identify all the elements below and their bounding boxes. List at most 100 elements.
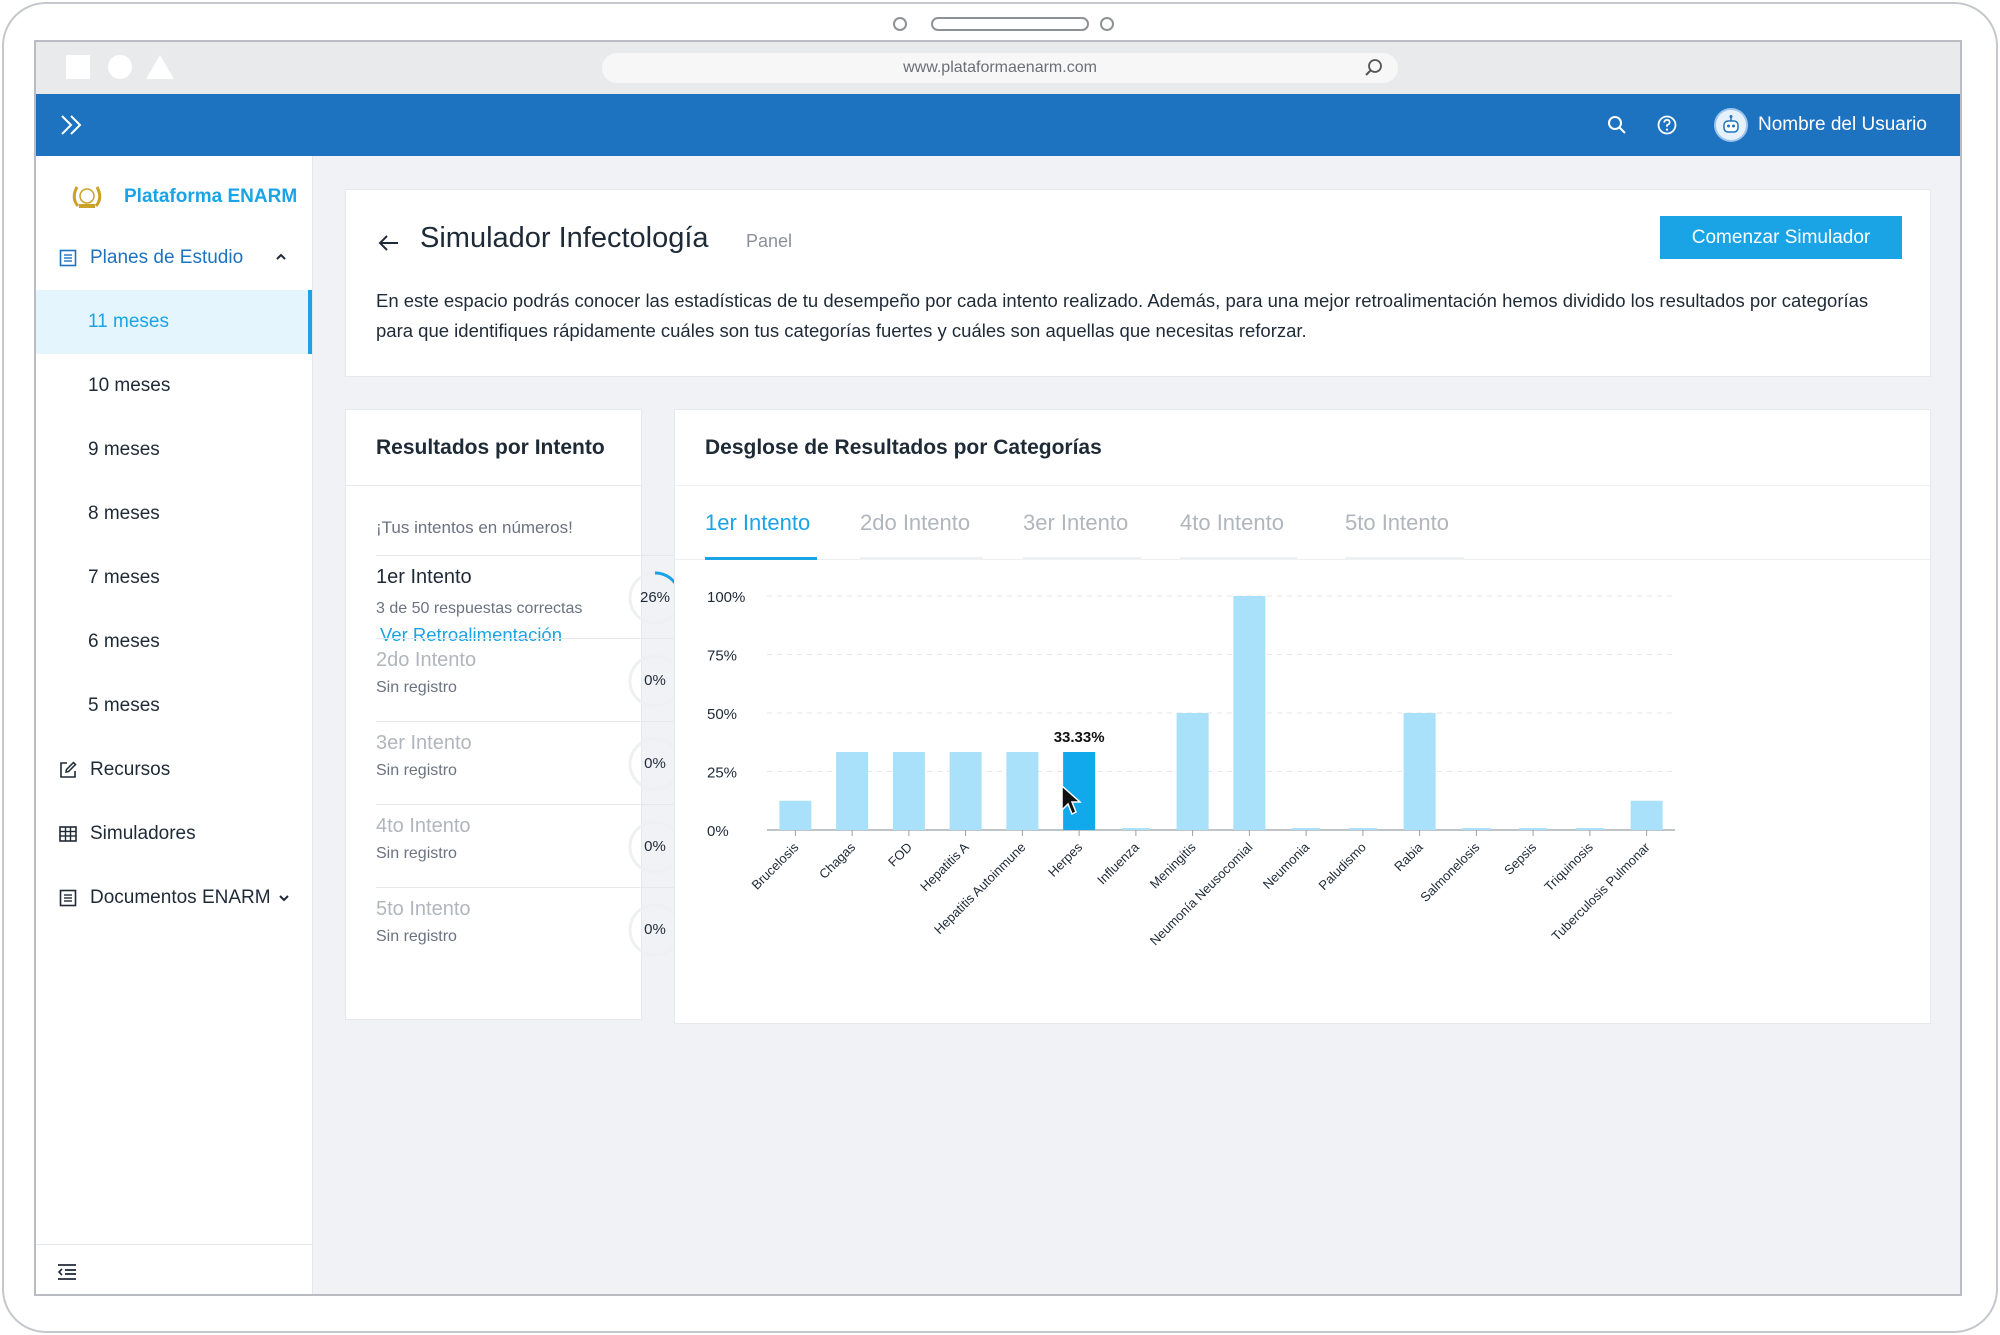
address-bar[interactable]: www.plataformaenarm.com — [602, 53, 1398, 83]
help-icon[interactable] — [1656, 114, 1678, 136]
page-description: En este espacio podrás conocer las estad… — [376, 290, 1869, 341]
attempt-detail: Sin registro — [376, 845, 457, 862]
app-header: Nombre del Usuario — [36, 94, 1960, 156]
x-tick-label: Triquinosis — [1541, 839, 1596, 894]
x-tick-label: FOD — [885, 840, 915, 870]
chevron-down-icon — [278, 895, 289, 902]
sidebar: Plataforma ENARM Planes de Estudio 11 me… — [36, 156, 313, 1294]
attempt-detail: Sin registro — [376, 762, 457, 779]
y-tick-label: 25% — [707, 765, 737, 782]
tooltip-label: 33.33% — [1054, 729, 1105, 746]
sidebar-item-label: Recursos — [90, 759, 171, 780]
x-tick-label: Tuberculosis Pulmonar — [1548, 839, 1653, 944]
sidebar-item-8-meses[interactable]: 8 meses — [36, 482, 312, 546]
search-icon[interactable] — [1364, 58, 1384, 78]
sidebar-item-recursos[interactable]: Recursos — [36, 738, 312, 802]
sidebar-item-planes[interactable]: Planes de Estudio — [36, 226, 312, 290]
user-name: Nombre del Usuario — [1758, 114, 1927, 135]
sidebar-item-label: Documentos ENARM — [90, 887, 271, 908]
x-tick-label: Salmonelosis — [1417, 839, 1483, 905]
sidebar-item-documentos[interactable]: Documentos ENARM — [36, 866, 312, 930]
x-tick-label: Herpes — [1045, 839, 1086, 880]
sidebar-item-label: 6 meses — [88, 631, 160, 652]
list-icon — [59, 249, 77, 267]
collapse-sidebar-icon[interactable] — [56, 1261, 78, 1283]
window-circle-icon — [108, 55, 132, 79]
category-breakdown-card: Desglose de Resultados por Categorías 1e… — [674, 409, 1931, 1024]
sidebar-item-10-meses[interactable]: 10 meses — [36, 354, 312, 418]
tab-attempt-2[interactable]: 2do Intento — [860, 510, 970, 536]
brand[interactable]: Plataforma ENARM — [68, 182, 297, 212]
camera-dot — [893, 17, 907, 31]
tab-underline — [1023, 557, 1141, 559]
sidebar-item-5-meses[interactable]: 5 meses — [36, 674, 312, 738]
attempt-row: 1er Intento 3 de 50 respuestas correctas V… — [376, 555, 683, 645]
sidebar-item-label: 10 meses — [88, 375, 171, 396]
bar[interactable] — [1630, 800, 1663, 830]
page-subtitle: Panel — [746, 231, 793, 251]
robot-avatar-icon — [1723, 115, 1739, 133]
category-bar-chart: 0% 25% 50% 75% 100% Brucelosis Chagas FOD Hepati… — [707, 589, 1675, 948]
x-tick-label: Sepsis — [1501, 839, 1540, 878]
tab-attempt-5[interactable]: 5to Intento — [1345, 510, 1449, 536]
x-tick-label: Paludismo — [1315, 840, 1369, 894]
tab-attempt-3[interactable]: 3er Intento — [1023, 510, 1128, 536]
bar[interactable] — [949, 752, 982, 830]
window-triangle-icon — [146, 55, 174, 79]
sidebar-item-6-meses[interactable]: 6 meses — [36, 610, 312, 674]
x-tick-label: Hepatitis A — [917, 839, 972, 894]
bar[interactable] — [1006, 752, 1039, 830]
sidebar-item-7-meses[interactable]: 7 meses — [36, 546, 312, 610]
back-arrow-icon[interactable] — [376, 230, 402, 256]
divider — [346, 485, 641, 486]
edit-icon — [60, 761, 77, 778]
breakdown-card-title: Desglose de Resultados por Categorías — [705, 436, 1102, 459]
y-tick-label: 0% — [707, 823, 729, 840]
bar[interactable] — [836, 752, 869, 830]
sensor-dot — [1100, 17, 1114, 31]
attempt-name: 5to Intento — [376, 898, 471, 920]
x-tick-label: Brucelosis — [748, 839, 801, 892]
tab-attempt-1[interactable]: 1er Intento — [705, 510, 810, 536]
start-simulator-button[interactable]: Comenzar Simulador — [1660, 216, 1902, 259]
table-icon — [59, 826, 77, 842]
bar[interactable] — [779, 800, 812, 830]
attempt-row: 2do Intento Sin registro 0% — [376, 638, 683, 721]
window-square-icon — [66, 55, 90, 79]
results-by-attempt-card: Resultados por Intento ¡Tus intentos en … — [345, 409, 683, 1020]
x-tick-label: Influenza — [1094, 839, 1142, 887]
brand-name: Plataforma ENARM — [124, 186, 298, 207]
sidebar-item-label: 11 meses — [88, 311, 169, 332]
user-menu[interactable]: Nombre del Usuario — [1714, 106, 1927, 144]
expand-menu-icon[interactable] — [54, 108, 88, 142]
sidebar-item-simuladores[interactable]: Simuladores — [36, 802, 312, 866]
attempt-detail: 3 de 50 respuestas correctas — [376, 600, 583, 617]
attempt-row: 3er Intento Sin registro 0% — [376, 721, 683, 804]
avatar — [1714, 108, 1748, 142]
bar[interactable] — [1233, 596, 1266, 830]
tab-attempt-4[interactable]: 4to Intento — [1180, 510, 1284, 536]
attempt-detail: Sin registro — [376, 679, 457, 696]
laurel-logo-icon — [72, 186, 102, 208]
tab-underline — [860, 557, 983, 559]
attempt-name: 3er Intento — [376, 732, 472, 754]
y-tick-label: 100% — [707, 589, 745, 606]
x-tick-label: Meningitis — [1147, 839, 1199, 891]
bar[interactable] — [1176, 713, 1209, 830]
attempt-name: 2do Intento — [376, 649, 477, 671]
sidebar-footer — [36, 1244, 312, 1294]
bar[interactable] — [892, 752, 925, 830]
mouse-cursor-icon — [1061, 784, 1082, 816]
page-title: Simulador Infectología — [420, 222, 709, 254]
x-tick-label: Neumonía Neusocomial — [1147, 839, 1256, 948]
sidebar-item-label: Simuladores — [90, 823, 196, 844]
sidebar-item-11-meses[interactable]: 11 meses — [36, 290, 312, 354]
results-intro: ¡Tus intentos en números! — [376, 518, 573, 537]
search-icon[interactable] — [1606, 114, 1628, 136]
x-tick-label: Neumonia — [1260, 839, 1313, 892]
bar[interactable] — [1403, 713, 1436, 830]
attempt-row: 5to Intento Sin registro 0% — [376, 887, 683, 970]
sidebar-item-9-meses[interactable]: 9 meses — [36, 418, 312, 482]
sidebar-item-label: Planes de Estudio — [90, 247, 244, 268]
attempt-detail: Sin registro — [376, 928, 457, 945]
